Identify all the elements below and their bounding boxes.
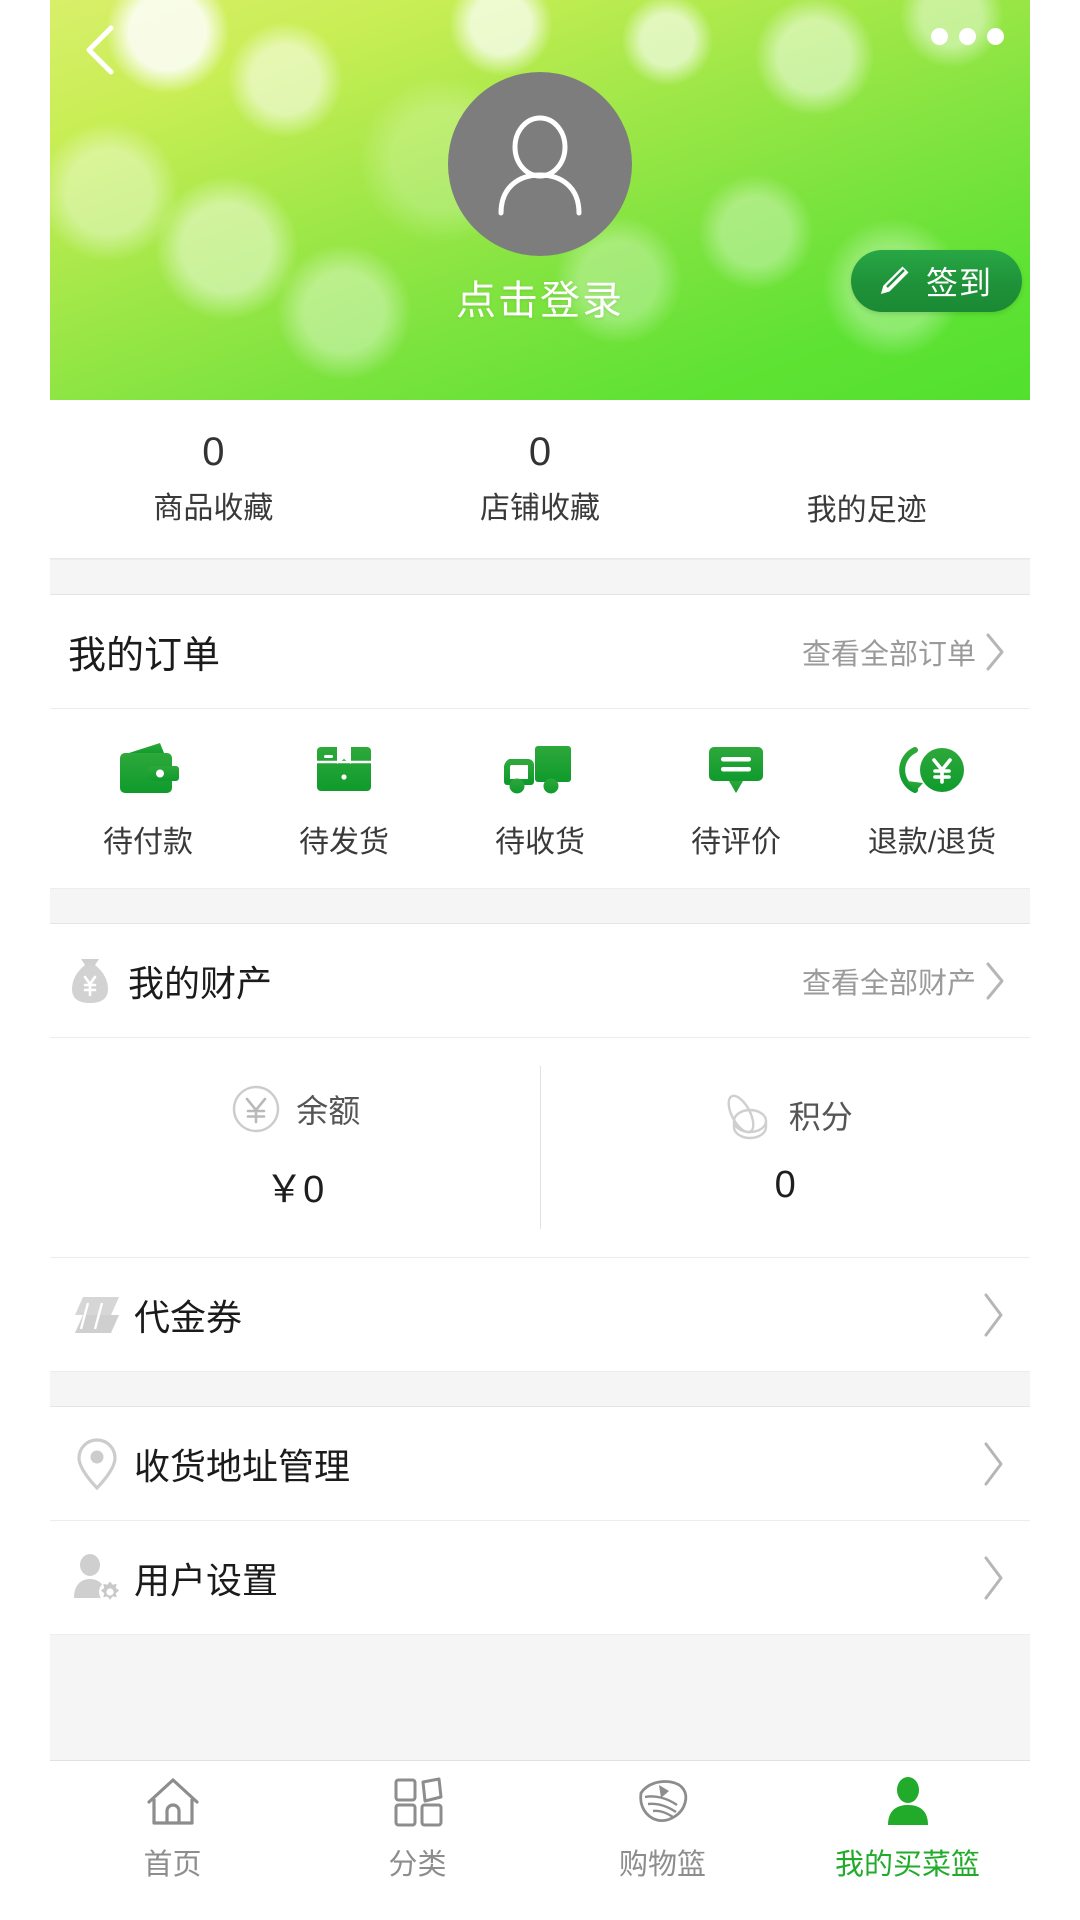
menu-item-voucher[interactable]: 代金券	[50, 1258, 1030, 1371]
assets-title: 我的财产	[128, 962, 273, 1004]
more-menu-button[interactable]	[931, 28, 1004, 45]
tab-label: 购物篮	[618, 1849, 706, 1881]
menu-item-address[interactable]: 收货地址管理	[50, 1407, 1030, 1521]
back-button[interactable]	[72, 22, 128, 78]
chevron-right-icon	[984, 1293, 1003, 1336]
stat-label: 商品收藏	[153, 492, 274, 525]
tab-label: 首页	[143, 1849, 202, 1881]
asset-label: 余额	[296, 1093, 361, 1129]
avatar[interactable]	[448, 72, 632, 256]
person-icon	[887, 1777, 928, 1825]
asset-points[interactable]: 积分 0	[541, 1038, 1031, 1257]
order-status-row: 待付款 待发货 待收货 待评价 退款/退货	[50, 709, 1030, 888]
tab-my-basket[interactable]: 我的买菜篮	[785, 1775, 1030, 1883]
section-spacer	[50, 1371, 1030, 1407]
order-status-label: 待发货	[299, 826, 389, 859]
order-status-refund-return[interactable]: 退款/退货	[834, 740, 1030, 861]
asset-balance-head: 余额	[229, 1082, 360, 1136]
asset-balance[interactable]: 余额 ￥0	[50, 1038, 540, 1257]
user-gear-icon	[74, 1553, 121, 1603]
profile-header: 点击登录 签到	[50, 0, 1030, 400]
chevron-right-icon	[986, 633, 1004, 670]
more-dots-icon	[959, 28, 976, 45]
orders-section-header: 我的订单 查看全部订单	[50, 595, 1030, 709]
address-icon-wrap	[68, 1436, 126, 1492]
chevron-right-icon	[984, 1442, 1003, 1485]
stat-label: 我的足迹	[806, 494, 927, 527]
chevron-right-icon	[984, 1556, 1003, 1599]
menu-item-label: 收货地址管理	[134, 1445, 351, 1487]
assets-section-header: 我的财产 查看全部财产	[50, 924, 1030, 1038]
stat-label: 店铺收藏	[480, 492, 600, 525]
chevron-right-icon	[986, 962, 1004, 999]
pencil-icon	[880, 266, 909, 294]
tab-label: 分类	[388, 1849, 447, 1881]
order-status-pending-payment[interactable]: 待付款	[50, 740, 246, 861]
view-all-orders-label: 查看全部订单	[801, 638, 976, 671]
stat-product-favorites[interactable]: 0 商品收藏	[50, 431, 377, 527]
tab-home[interactable]: 首页	[50, 1775, 295, 1883]
check-in-label: 签到	[925, 265, 992, 301]
basket-icon	[638, 1780, 687, 1822]
asset-value: ￥0	[265, 1169, 325, 1211]
user-avatar-placeholder-icon	[498, 115, 582, 216]
stat-shop-favorites[interactable]: 0 店铺收藏	[377, 431, 704, 527]
asset-label: 积分	[788, 1099, 853, 1135]
chevron-left-icon	[86, 25, 114, 75]
coins-stack-icon	[727, 1094, 767, 1140]
order-status-pending-shipment[interactable]: 待发货	[246, 740, 442, 861]
more-dots-icon	[931, 28, 948, 45]
section-spacer	[50, 888, 1030, 924]
stat-value: 0	[528, 430, 552, 474]
section-spacer	[50, 559, 1030, 595]
menu-item-user-settings[interactable]: 用户设置	[50, 1521, 1030, 1634]
tab-categories[interactable]: 分类	[295, 1775, 540, 1883]
voucher-ticket-icon	[75, 1296, 119, 1333]
asset-value: 0	[774, 1164, 796, 1206]
money-bag-icon	[72, 958, 108, 1003]
order-status-pending-receipt[interactable]: 待收货	[442, 740, 638, 861]
menu-item-label: 代金券	[134, 1296, 243, 1338]
menu-item-chevron	[978, 1438, 1008, 1490]
order-status-label: 待收货	[495, 826, 585, 859]
order-status-label: 待付款	[103, 826, 193, 859]
order-status-label: 待评价	[691, 826, 781, 859]
delivery-truck-icon	[504, 746, 571, 794]
voucher-icon-wrap	[68, 1291, 126, 1339]
settings-icon-wrap	[68, 1550, 126, 1606]
tab-label: 我的买菜篮	[834, 1849, 980, 1881]
bottom-filler	[50, 1634, 1030, 1760]
assets-row: 余额 ￥0 积分 0	[50, 1038, 1030, 1258]
stat-my-footprints[interactable]: 我的足迹	[703, 429, 1030, 529]
home-icon	[146, 1778, 199, 1825]
order-status-pending-review[interactable]: 待评价	[638, 740, 834, 861]
menu-item-chevron	[978, 1552, 1008, 1604]
view-all-assets-link[interactable]: 查看全部财产	[802, 959, 1008, 1003]
location-pin-icon	[77, 1437, 117, 1490]
view-all-orders-link[interactable]: 查看全部订单	[802, 630, 1008, 674]
grid-categories-icon	[394, 1777, 442, 1827]
bottom-tab-bar: 首页 分类 购物篮 我的买菜篮	[50, 1760, 1030, 1920]
view-all-assets-label: 查看全部财产	[801, 967, 976, 1000]
check-in-button[interactable]: 签到	[850, 250, 1022, 312]
stats-row: 0 商品收藏 0 店铺收藏 我的足迹	[50, 400, 1030, 559]
tab-shopping-basket[interactable]: 购物篮	[540, 1775, 785, 1883]
package-box-icon	[317, 747, 371, 791]
orders-title: 我的订单	[68, 635, 221, 677]
comment-bubble-icon	[709, 747, 763, 793]
assets-title-group: 我的财产	[68, 955, 272, 1007]
more-dots-icon	[987, 28, 1004, 45]
stat-value: 0	[202, 430, 225, 474]
menu-item-label: 用户设置	[134, 1559, 279, 1601]
order-status-label: 退款/退货	[867, 826, 997, 859]
yen-circle-icon	[233, 1085, 280, 1133]
asset-points-head: 积分	[718, 1088, 853, 1142]
menu-item-chevron	[978, 1289, 1008, 1341]
app-screen: 点击登录 签到 0 商品收藏 0 店铺收藏 我的足迹 我的订单 查看全部订单 待…	[50, 0, 1030, 1920]
wallet-icon	[120, 743, 179, 793]
refund-yen-icon	[899, 747, 964, 793]
